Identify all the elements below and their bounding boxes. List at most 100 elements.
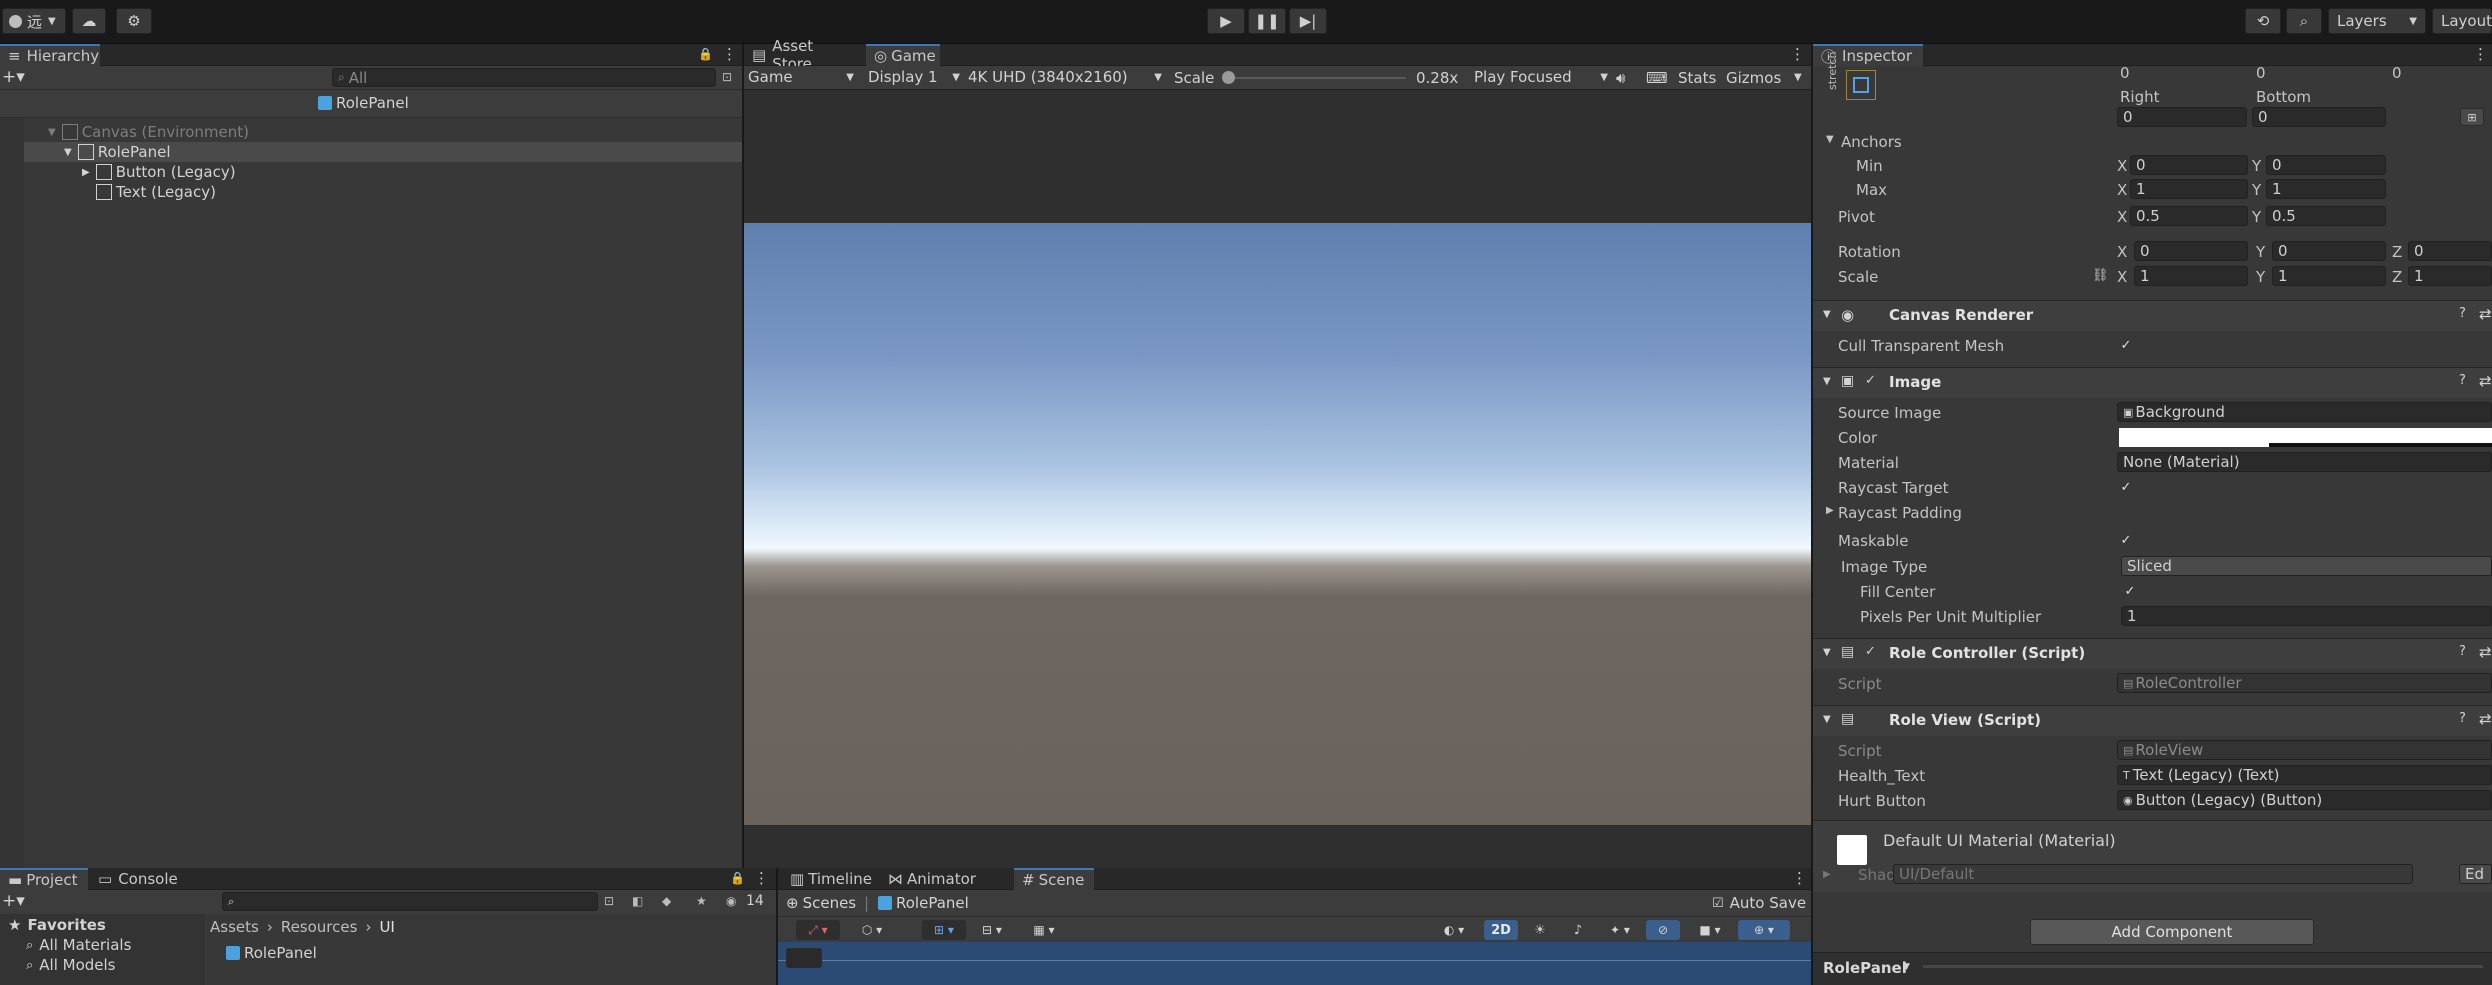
material-field[interactable]: None (Material) <box>2117 452 2492 472</box>
list-item[interactable]: ▼ Canvas (Environment) <box>0 122 742 142</box>
account-dropdown[interactable]: 远 ▼ <box>2 8 66 34</box>
pivot-x-field[interactable]: 0.5 <box>2130 206 2248 226</box>
breadcrumb-item[interactable]: Assets <box>210 918 259 936</box>
tab-game[interactable]: ◎ Game <box>866 44 940 66</box>
scale-x-field[interactable]: 1 <box>2134 266 2248 286</box>
label-filter-icon[interactable]: ◆ <box>662 894 671 908</box>
history-button[interactable]: ⟲ <box>2245 8 2281 34</box>
favorites-header[interactable]: ★ Favorites <box>8 916 106 934</box>
tab-scene[interactable]: # Scene <box>1014 868 1094 890</box>
image-type-dropdown[interactable]: Sliced <box>2121 556 2492 576</box>
settings-icon[interactable]: ⇄ <box>2479 372 2492 390</box>
lighting-button[interactable]: ☀ <box>1526 920 1554 940</box>
scale-slider[interactable] <box>1222 71 1406 84</box>
type-filter-icon[interactable]: ◧ <box>632 894 643 908</box>
pivot-y-field[interactable]: 0.5 <box>2266 206 2386 226</box>
role-controller-header[interactable]: ▼ ▤ ✓ Role Controller (Script) ? ⇄ <box>1813 638 2492 669</box>
audio-icon[interactable]: 🔊︎ <box>1616 69 1625 87</box>
display-dropdown[interactable]: Display 1 ▼ <box>868 68 960 86</box>
tool-handle-button[interactable]: ⤢ ▾ <box>796 920 840 940</box>
settings-icon[interactable]: ⇄ <box>2479 305 2492 323</box>
ruler-button[interactable]: ▦ ▾ <box>1022 920 1066 940</box>
asset-item[interactable]: RolePanel <box>226 944 317 962</box>
anchor-min-y-field[interactable]: 0 <box>2266 155 2386 175</box>
pivot-button[interactable]: ⬡ ▾ <box>850 920 894 940</box>
list-item[interactable]: ▶ Button (Legacy) <box>0 162 742 182</box>
resolution-dropdown[interactable]: 4K UHD (3840x2160) ▼ <box>968 68 1162 86</box>
add-icon[interactable]: +▾ <box>2 891 25 911</box>
anchor-preset-button[interactable]: stretch <box>1826 52 1890 112</box>
search-filter-icon[interactable]: ⊡ <box>722 70 732 84</box>
pause-button[interactable]: ❚❚ <box>1248 8 1286 34</box>
search-button[interactable]: ⌕ <box>2286 8 2322 34</box>
tab-project[interactable]: ▬ Project <box>0 868 88 890</box>
layout-dropdown[interactable]: Layout <box>2432 8 2492 34</box>
play-focused-dropdown[interactable]: Play Focused ▼ <box>1474 68 1608 86</box>
search-filter-icon[interactable]: ⊡ <box>604 894 614 908</box>
enabled-checkbox[interactable]: ✓ <box>1865 644 1876 659</box>
more-icon[interactable]: ⋮ <box>754 869 769 887</box>
raycast-padding-label[interactable]: Raycast Padding <box>1838 504 1962 522</box>
keyboard-icon[interactable]: ⌨︎ <box>1646 69 1668 87</box>
tab-hierarchy[interactable]: ≡ Hierarchy <box>0 44 100 66</box>
chevron-down-icon[interactable]: ▼ <box>1826 134 1834 145</box>
scale-z-field[interactable]: 1 <box>2408 266 2492 286</box>
favorite-item[interactable]: ⌕ All Materials <box>26 936 131 954</box>
rotation-x-field[interactable]: 0 <box>2134 241 2248 261</box>
settings-button[interactable]: ⚙ <box>116 8 152 34</box>
rotation-z-field[interactable]: 0 <box>2408 241 2492 261</box>
edit-shader-button[interactable]: Ed <box>2459 864 2492 884</box>
anchor-max-x-field[interactable]: 1 <box>2130 179 2248 199</box>
anchor-min-x-field[interactable]: 0 <box>2130 155 2248 175</box>
tab-console[interactable]: ▭ Console <box>90 868 190 890</box>
source-image-field[interactable]: ▣ Background <box>2117 402 2492 422</box>
list-item[interactable]: ▼ RolePanel <box>0 142 742 162</box>
maskable-checkbox[interactable]: ✓ <box>2119 533 2133 548</box>
more-icon[interactable]: ⋮ <box>1790 45 1805 63</box>
list-item[interactable]: Text (Legacy) <box>0 182 742 202</box>
settings-icon[interactable]: ⇄ <box>2479 643 2492 661</box>
breadcrumb-item[interactable]: UI <box>379 918 394 936</box>
scale-y-field[interactable]: 1 <box>2272 266 2386 286</box>
more-icon[interactable]: ⋮ <box>2473 45 2488 63</box>
add-icon[interactable]: +▾ <box>2 67 25 87</box>
breadcrumb-item[interactable]: Resources <box>281 918 358 936</box>
overlay-menu-button[interactable] <box>786 948 822 968</box>
tab-timeline[interactable]: ▥ Timeline <box>782 868 878 890</box>
layers-dropdown[interactable]: Layers ▼ <box>2328 8 2426 34</box>
settings-icon[interactable]: ⇄ <box>2479 710 2492 728</box>
hurt-button-field[interactable]: ◉ Button (Legacy) (Button) <box>2117 790 2492 810</box>
camera-button[interactable]: ■ ▾ <box>1688 920 1732 940</box>
tab-asset-store[interactable]: ▤ Asset Store <box>744 37 864 73</box>
right-field[interactable]: 0 <box>2117 107 2247 127</box>
enabled-checkbox[interactable]: ✓ <box>1865 373 1876 388</box>
auto-save-toggle[interactable]: ☑ Auto Save <box>1712 894 1806 912</box>
canvas-renderer-header[interactable]: ▼ ◉ Canvas Renderer ? ⇄ <box>1813 300 2492 331</box>
help-icon[interactable]: ? <box>2459 306 2466 321</box>
cloud-button[interactable]: ☁ <box>72 8 106 34</box>
tab-animator[interactable]: ⋈ Animator <box>880 868 980 890</box>
more-icon[interactable]: ⋮ <box>1792 869 1807 887</box>
hidden-objects-button[interactable]: ⊘ <box>1646 920 1680 940</box>
cull-checkbox[interactable]: ✓ <box>2119 338 2133 353</box>
image-header[interactable]: ▼ ▣ ✓ Image ? ⇄ <box>1813 367 2492 398</box>
chevron-down-icon[interactable]: ▼ <box>1903 962 1910 972</box>
anchor-max-y-field[interactable]: 1 <box>2266 179 2386 199</box>
increment-snap-button[interactable]: ⊟ ▾ <box>970 920 1014 940</box>
footer-label[interactable]: RolePanel <box>1823 959 1907 977</box>
stats-button[interactable]: Stats <box>1678 69 1716 87</box>
add-component-button[interactable]: Add Component <box>2030 919 2314 945</box>
help-icon[interactable]: ? <box>2459 711 2466 726</box>
gizmos-toggle-button[interactable]: ⊕ ▾ <box>1738 920 1790 940</box>
health-text-field[interactable]: T Text (Legacy) (Text) <box>2117 765 2492 785</box>
more-icon[interactable]: ⋮ <box>722 45 737 63</box>
role-view-header[interactable]: ▼ ▤ Role View (Script) ? ⇄ <box>1813 705 2492 736</box>
project-search-input[interactable]: ⌕ <box>222 892 598 911</box>
gizmos-button[interactable]: Gizmos <box>1726 69 1781 87</box>
chevron-right-icon[interactable]: ▶ <box>1826 505 1834 516</box>
slider-handle[interactable] <box>1222 71 1235 84</box>
favorite-item[interactable]: ⌕ All Models <box>26 956 116 974</box>
shader-dropdown[interactable]: UI/Default <box>1893 864 2413 884</box>
game-mode-dropdown[interactable]: Game ▼ <box>748 68 854 86</box>
ppu-field[interactable]: 1 <box>2121 606 2492 626</box>
